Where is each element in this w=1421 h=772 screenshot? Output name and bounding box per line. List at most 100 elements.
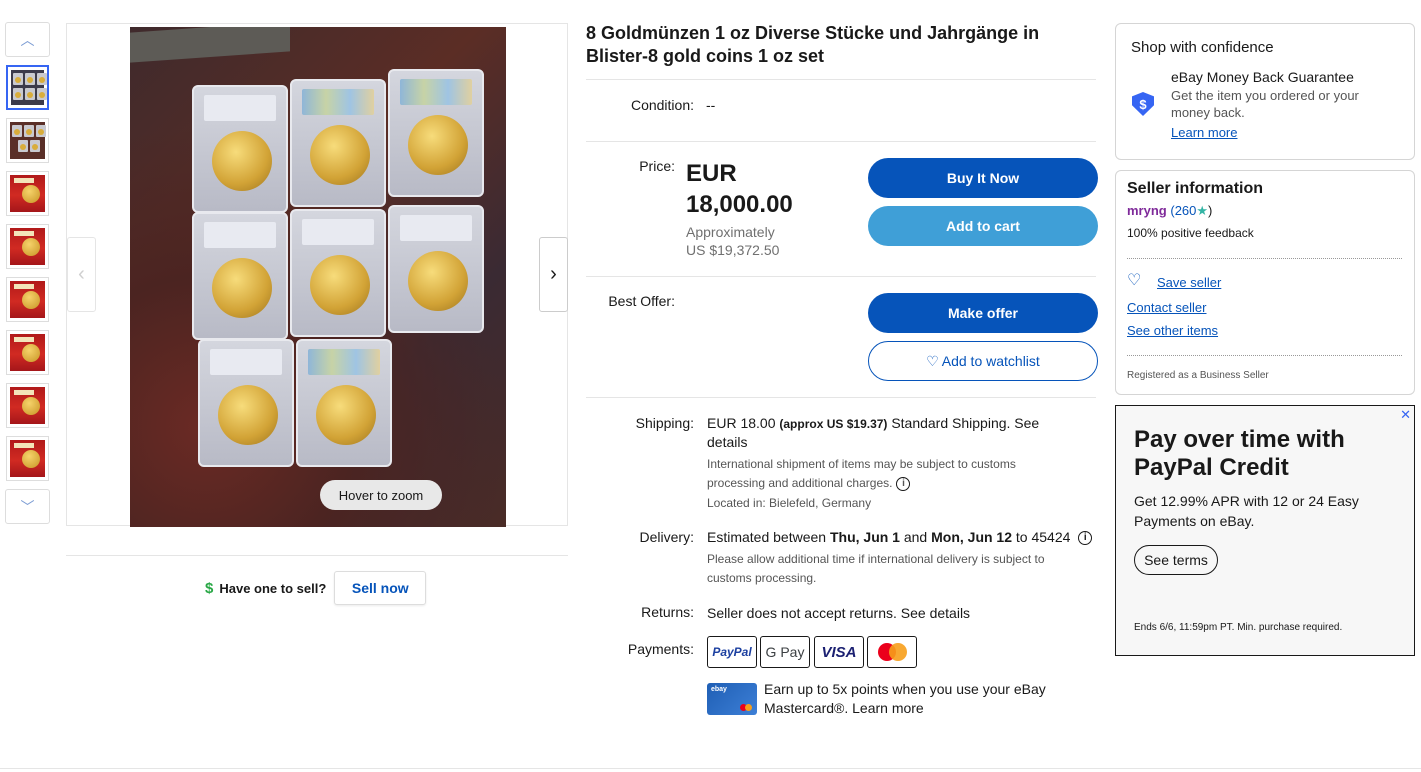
- price-currency: EUR: [686, 160, 737, 187]
- seller-name-link[interactable]: mryng: [1127, 203, 1167, 218]
- price-divider: [586, 276, 1096, 277]
- sell-prompt-row: $ Have one to sell? Sell now: [205, 571, 427, 605]
- price-amount: 18,000.00: [686, 191, 793, 218]
- shipping-approx: (approx US $19.37): [779, 417, 888, 431]
- shipping-see-link[interactable]: See: [1014, 415, 1039, 431]
- ad-see-terms-button[interactable]: See terms: [1134, 545, 1218, 575]
- confidence-heading: Shop with confidence: [1131, 39, 1274, 56]
- add-to-watchlist-button[interactable]: ♡ Add to watchlist: [868, 341, 1098, 381]
- shipping-label: Shipping:: [635, 415, 694, 431]
- guarantee-learn-more-link[interactable]: Learn more: [1171, 124, 1237, 142]
- paypal-logo: PayPal: [707, 636, 757, 668]
- intl-note-2: processing and additional charges.: [707, 476, 893, 490]
- add-to-cart-button[interactable]: Add to cart: [868, 206, 1098, 246]
- coin-slab: [388, 69, 484, 197]
- shipping-price: EUR 18.00: [707, 415, 776, 431]
- delivery-zip[interactable]: to 45424: [1016, 529, 1071, 545]
- listing-title: 8 Goldmünzen 1 oz Diverse Stücke und Jah…: [586, 23, 1040, 66]
- ebay-mastercard-image: ebay: [707, 683, 757, 715]
- paypal-credit-ad[interactable]: ✕ Pay over time with PayPal Credit Get 1…: [1115, 405, 1415, 656]
- best-offer-label: Best Offer:: [608, 293, 675, 309]
- coin-slab: [192, 212, 288, 340]
- ad-fine-print: Ends 6/6, 11:59pm PT. Min. purchase requ…: [1134, 622, 1343, 633]
- thumbnail-6[interactable]: [6, 330, 49, 375]
- coin-slab: [290, 209, 386, 337]
- delivery-label: Delivery:: [639, 529, 694, 545]
- thumbnail-up-button[interactable]: ︿: [5, 22, 50, 57]
- google-pay-logo: G Pay: [760, 636, 810, 668]
- info-icon[interactable]: i: [1078, 531, 1093, 546]
- next-image-button[interactable]: ›: [539, 237, 568, 312]
- seller-divider-2: [1127, 355, 1402, 356]
- delivery-note-2: customs processing.: [707, 571, 817, 585]
- main-image-viewer[interactable]: Hover to zoom ‹ ›: [66, 23, 568, 527]
- returns-text: Seller does not accept returns.: [707, 605, 897, 621]
- offer-divider: [586, 397, 1096, 398]
- chevron-left-icon: ‹: [78, 263, 85, 285]
- thumbnail-7[interactable]: [6, 383, 49, 428]
- ad-close-icon[interactable]: ✕: [1400, 407, 1411, 423]
- chevron-up-icon: ︿: [20, 31, 35, 48]
- condition-value: --: [706, 97, 716, 113]
- thumbnail-3[interactable]: [6, 171, 49, 216]
- delivery-note-1: Please allow additional time if internat…: [707, 552, 1045, 566]
- seller-divider-1: [1127, 258, 1402, 259]
- delivery-prefix: Estimated between: [707, 529, 827, 545]
- make-offer-button[interactable]: Make offer: [868, 293, 1098, 333]
- thumbnail-4[interactable]: [6, 224, 49, 269]
- seller-feedback: 100% positive feedback: [1127, 226, 1254, 240]
- thumbnail-8[interactable]: [6, 436, 49, 481]
- buy-it-now-button[interactable]: Buy It Now: [868, 158, 1098, 198]
- card-promo-2: Mastercard®.: [764, 700, 849, 716]
- ad-body-2: Payments on eBay.: [1134, 513, 1255, 529]
- title-divider: [586, 79, 1096, 80]
- gallery-divider: [66, 555, 568, 556]
- card-logo: ebay: [711, 686, 727, 693]
- card-promo-2-row: Mastercard®. Learn more: [764, 699, 924, 718]
- seller-heading: Seller information: [1127, 180, 1264, 197]
- price-label: Price:: [639, 158, 675, 174]
- delivery-to: Mon, Jun 12: [931, 529, 1013, 545]
- coin-slab: [198, 339, 294, 467]
- save-seller-link[interactable]: Save seller: [1157, 273, 1221, 292]
- shipping-line: EUR 18.00 (approx US $19.37) Standard Sh…: [707, 414, 1087, 434]
- thumbnail-5[interactable]: [6, 277, 49, 322]
- card-promo-1: Earn up to 5x points when you use your e…: [764, 681, 1046, 697]
- returns-see-details-link[interactable]: See details: [901, 605, 970, 621]
- heart-icon[interactable]: ♡: [1127, 271, 1141, 290]
- info-icon[interactable]: i: [896, 476, 911, 491]
- payments-label: Payments:: [627, 641, 694, 657]
- shipping-details-link[interactable]: details: [707, 433, 747, 452]
- seller-name-row: mryng (260★): [1127, 201, 1212, 220]
- approx-label: Approximately: [686, 224, 775, 240]
- delivery-and: and: [903, 529, 928, 545]
- sell-prompt: Have one to sell?: [219, 580, 327, 596]
- mastercard-yellow-circle: [888, 643, 907, 661]
- contact-seller-link[interactable]: Contact seller: [1127, 298, 1206, 317]
- thumbnail-1[interactable]: [6, 65, 49, 110]
- product-photo[interactable]: Hover to zoom: [130, 27, 506, 527]
- shipping-method: Standard Shipping.: [891, 415, 1011, 431]
- see-other-items-link[interactable]: See other items: [1127, 321, 1218, 340]
- condition-divider: [586, 141, 1096, 142]
- strap-decoration: [130, 27, 290, 63]
- coin-slab: [192, 85, 288, 213]
- condition-label: Condition:: [630, 97, 694, 113]
- ad-headline-2: PayPal Credit: [1134, 454, 1289, 481]
- seller-score-link[interactable]: (260: [1170, 203, 1196, 218]
- intl-note-2-row: processing and additional charges. i: [707, 474, 911, 493]
- visa-logo: VISA: [814, 636, 864, 668]
- card-learn-more-link[interactable]: Learn more: [852, 700, 924, 716]
- guarantee-text-1: Get the item you ordered or your: [1171, 88, 1359, 103]
- prev-image-button[interactable]: ‹: [67, 237, 96, 312]
- chevron-down-icon: ﹀: [20, 498, 35, 515]
- sell-now-button[interactable]: Sell now: [334, 571, 427, 605]
- score-close: ): [1208, 203, 1213, 218]
- card-mc-yellow: [745, 704, 752, 711]
- thumbnail-down-button[interactable]: ﹀: [5, 489, 50, 524]
- coin-slab: [290, 79, 386, 207]
- thumbnail-strip: ︿ ﹀: [5, 22, 50, 524]
- coin-slab: [388, 205, 484, 333]
- thumbnail-2[interactable]: [6, 118, 49, 163]
- returns-line: Seller does not accept returns. See deta…: [707, 604, 970, 623]
